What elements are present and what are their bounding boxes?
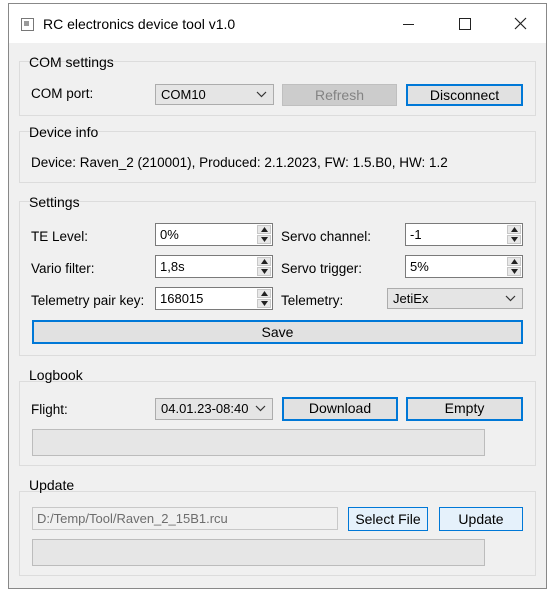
vario-filter-value: 1,8s xyxy=(160,259,185,274)
flight-value: 04.01.23-08:40 xyxy=(161,401,249,416)
telemetry-pair-key-input[interactable]: 168015 xyxy=(155,287,273,310)
te-level-stepper[interactable] xyxy=(257,225,271,244)
telemetry-pair-key-value: 168015 xyxy=(160,291,204,306)
minimize-button[interactable] xyxy=(386,4,432,43)
title-bar[interactable]: RC electronics device tool v1.0 xyxy=(9,4,546,43)
com-port-value: COM10 xyxy=(161,87,206,102)
servo-channel-stepper[interactable] xyxy=(507,225,521,244)
vario-filter-stepper[interactable] xyxy=(257,257,271,276)
telemetry-label: Telemetry: xyxy=(281,293,344,308)
close-button[interactable] xyxy=(498,4,544,43)
update-file-path-field[interactable]: D:/Temp/Tool/Raven_2_15B1.rcu xyxy=(32,507,338,530)
servo-channel-value: -1 xyxy=(410,227,422,242)
flight-label: Flight: xyxy=(31,402,68,417)
disconnect-button[interactable]: Disconnect xyxy=(406,84,523,106)
te-level-input[interactable]: 0% xyxy=(155,223,273,246)
vario-filter-input[interactable]: 1,8s xyxy=(155,255,273,278)
com-port-select[interactable]: COM10 xyxy=(155,84,274,105)
update-file-path-value: D:/Temp/Tool/Raven_2_15B1.rcu xyxy=(37,511,228,526)
refresh-button[interactable]: Refresh xyxy=(282,84,397,106)
close-icon xyxy=(514,17,527,30)
stepper-up-icon[interactable] xyxy=(257,257,271,266)
stepper-down-icon[interactable] xyxy=(507,235,521,244)
stepper-down-icon[interactable] xyxy=(257,235,271,244)
save-button[interactable]: Save xyxy=(32,320,523,344)
telemetry-pair-key-stepper[interactable] xyxy=(257,289,271,308)
download-button[interactable]: Download xyxy=(282,397,398,421)
servo-trigger-input[interactable]: 5% xyxy=(405,255,523,278)
vario-filter-label: Vario filter: xyxy=(31,261,95,276)
app-window: RC electronics device tool v1.0 COM sett… xyxy=(8,3,547,589)
logbook-title: Logbook xyxy=(29,367,83,383)
servo-trigger-stepper[interactable] xyxy=(507,257,521,276)
empty-button[interactable]: Empty xyxy=(406,397,523,421)
stepper-up-icon[interactable] xyxy=(507,257,521,266)
window-title: RC electronics device tool v1.0 xyxy=(43,16,236,32)
select-file-button[interactable]: Select File xyxy=(348,507,428,531)
stepper-down-icon[interactable] xyxy=(257,299,271,308)
telemetry-select[interactable]: JetiEx xyxy=(387,288,523,309)
update-button[interactable]: Update xyxy=(439,507,523,531)
stepper-up-icon[interactable] xyxy=(257,225,271,234)
update-progress-bar xyxy=(32,539,485,566)
servo-channel-input[interactable]: -1 xyxy=(405,223,523,246)
stepper-down-icon[interactable] xyxy=(507,267,521,276)
device-info-text: Device: Raven_2 (210001), Produced: 2.1.… xyxy=(31,155,448,170)
com-settings-title: COM settings xyxy=(29,54,114,70)
servo-trigger-label: Servo trigger: xyxy=(281,261,363,276)
app-icon xyxy=(21,18,34,31)
telemetry-value: JetiEx xyxy=(393,291,429,306)
stepper-up-icon[interactable] xyxy=(257,289,271,298)
update-title: Update xyxy=(29,477,75,493)
com-port-label: COM port: xyxy=(31,86,94,101)
stepper-down-icon[interactable] xyxy=(257,267,271,276)
logbook-progress-bar xyxy=(32,429,485,456)
servo-trigger-value: 5% xyxy=(410,259,429,274)
te-level-value: 0% xyxy=(160,227,179,242)
servo-channel-label: Servo channel: xyxy=(281,229,372,244)
te-level-label: TE Level: xyxy=(31,229,89,244)
settings-title: Settings xyxy=(29,194,80,210)
stepper-up-icon[interactable] xyxy=(507,225,521,234)
flight-select[interactable]: 04.01.23-08:40 xyxy=(155,398,273,420)
chevron-down-icon xyxy=(255,405,266,412)
telemetry-pair-key-label: Telemetry pair key: xyxy=(31,293,145,308)
chevron-down-icon xyxy=(505,295,516,302)
chevron-down-icon xyxy=(256,91,267,98)
maximize-button[interactable] xyxy=(442,4,488,43)
device-info-title: Device info xyxy=(29,124,99,140)
